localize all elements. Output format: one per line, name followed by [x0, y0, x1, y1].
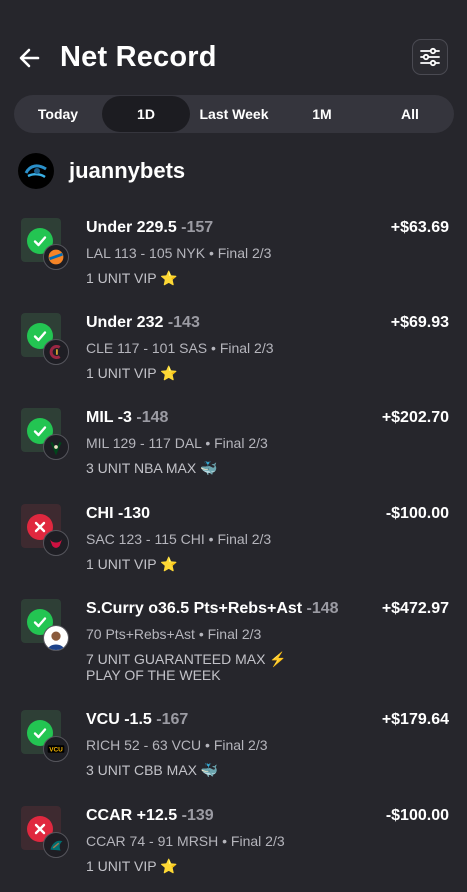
arrow-left-icon: [19, 48, 40, 68]
bucks-logo-icon: [50, 441, 62, 456]
x-icon: [34, 823, 46, 835]
bet-pick: Under 232 -143: [86, 313, 200, 333]
bet-score: CLE 117 - 101 SAS • Final 2/3: [86, 340, 274, 356]
bet-pick-label: VCU -1.5: [86, 711, 152, 728]
bet-note: 1 UNIT VIP ⭐: [86, 556, 178, 572]
header: Net Record: [0, 36, 467, 78]
jb-logo-icon: [24, 164, 47, 179]
bet-odds: -148: [306, 600, 339, 617]
bet-amount: +$202.70: [381, 409, 449, 426]
vcu-logo-icon: VCU: [47, 745, 65, 753]
team-logo: [43, 434, 69, 460]
bet-amount: -$100.00: [385, 807, 449, 824]
bet-note: 1 UNIT VIP ⭐: [86, 270, 178, 286]
team-logo: VCU: [43, 736, 69, 762]
cavaliers-logo-icon: [49, 345, 61, 359]
player-headshot-icon: [44, 626, 68, 650]
bet-status: [21, 218, 71, 270]
bet-score: SAC 123 - 115 CHI • Final 2/3: [86, 531, 272, 547]
filter-button[interactable]: [412, 39, 448, 75]
check-icon: [33, 236, 47, 247]
bet-score: RICH 52 - 63 VCU • Final 2/3: [86, 737, 268, 753]
bet-pick-label: Under 229.5: [86, 219, 177, 236]
bet-pick: VCU -1.5 -167: [86, 710, 188, 730]
bet-odds: -157: [181, 219, 214, 236]
bet-amount: +$179.64: [381, 711, 449, 728]
bet-pick-label: CCAR +12.5: [86, 807, 178, 824]
bet-pick: S.Curry o36.5 Pts+Rebs+Ast -148: [86, 599, 339, 619]
team-logo: [43, 832, 69, 858]
tab-1m[interactable]: 1M: [278, 95, 366, 133]
bet-note: 1 UNIT VIP ⭐: [86, 365, 178, 381]
bet-status: [21, 408, 71, 460]
bet-status: VCU: [21, 710, 71, 762]
profile-row[interactable]: juannybets: [18, 152, 185, 190]
bet-pick-label: S.Curry o36.5 Pts+Rebs+Ast: [86, 600, 303, 617]
bet-pick-label: CHI -130: [86, 505, 151, 522]
check-icon: [33, 331, 47, 342]
svg-text:VCU: VCU: [49, 746, 63, 753]
bet-status: [21, 313, 71, 365]
bet-pick: MIL -3 -148: [86, 408, 168, 428]
bet-score: CCAR 74 - 91 MRSH • Final 2/3: [86, 833, 285, 849]
tab-1d[interactable]: 1D: [102, 96, 190, 132]
knicks-logo-icon: [48, 249, 64, 265]
tab-all[interactable]: All: [366, 95, 454, 133]
bet-score: MIL 129 - 117 DAL • Final 2/3: [86, 435, 268, 451]
bet-score: LAL 113 - 105 NYK • Final 2/3: [86, 245, 272, 261]
bet-note: 3 UNIT CBB MAX 🐳: [86, 762, 219, 778]
bet-odds: -167: [156, 711, 189, 728]
time-range-tabs: Today 1D Last Week 1M All: [14, 95, 454, 133]
team-logo: [43, 339, 69, 365]
tab-today[interactable]: Today: [14, 95, 102, 133]
bet-pick-label: Under 232: [86, 314, 164, 331]
bet-status: [21, 599, 71, 651]
bet-pick: Under 229.5 -157: [86, 218, 213, 238]
bet-pick: CCAR +12.5 -139: [86, 806, 214, 826]
team-logo: [43, 244, 69, 270]
bulls-logo-icon: [49, 538, 63, 548]
bet-odds: -143: [167, 314, 200, 331]
bet-status: [21, 806, 71, 858]
bet-amount: +$472.97: [381, 600, 449, 617]
bet-pick-label: MIL -3: [86, 409, 132, 426]
bet-amount: +$69.93: [390, 314, 449, 331]
team-logo: [43, 625, 69, 651]
bet-amount: -$100.00: [385, 505, 449, 522]
bet-odds: -148: [136, 409, 169, 426]
bet-score: 70 Pts+Rebs+Ast • Final 2/3: [86, 626, 262, 642]
bet-amount: +$63.69: [390, 219, 449, 236]
bet-pick: CHI -130: [86, 504, 150, 524]
sliders-icon: [420, 47, 440, 67]
bet-note: 3 UNIT NBA MAX 🐳: [86, 460, 218, 476]
check-icon: [33, 728, 47, 739]
username: juannybets: [69, 158, 186, 183]
check-icon: [33, 426, 47, 437]
check-icon: [33, 617, 47, 628]
page-title: Net Record: [60, 41, 217, 73]
tab-last-week[interactable]: Last Week: [190, 95, 278, 133]
bet-status: [21, 504, 71, 556]
team-logo: [43, 530, 69, 556]
bet-note: 7 UNIT GUARANTEED MAX ⚡ PLAY OF THE WEEK: [86, 651, 287, 683]
bet-odds: -139: [181, 807, 214, 824]
bet-note: 1 UNIT VIP ⭐: [86, 858, 178, 874]
back-button[interactable]: [16, 44, 44, 72]
avatar: [18, 153, 54, 189]
x-icon: [34, 521, 46, 533]
coastal-carolina-logo-icon: [50, 840, 63, 851]
